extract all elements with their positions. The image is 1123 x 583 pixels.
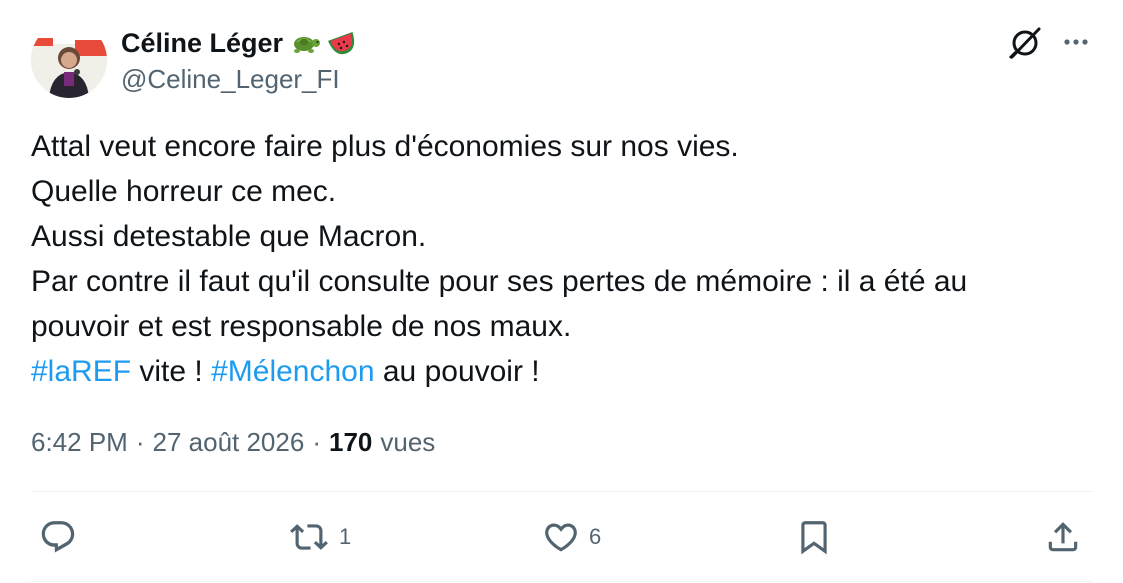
bookmark-icon	[795, 518, 833, 556]
grok-icon[interactable]	[1006, 24, 1044, 62]
retweet-button[interactable]: 1	[287, 512, 351, 562]
author-name-row[interactable]: Céline Léger	[121, 26, 359, 60]
avatar[interactable]	[31, 22, 107, 98]
divider	[31, 491, 1093, 492]
separator-dot: ·	[135, 426, 145, 457]
turtle-emoji-icon	[289, 28, 321, 58]
tweet-line: Attal veut encore faire plus d'économies…	[31, 130, 739, 163]
tweet-line: pouvoir et est responsable de nos maux.	[31, 310, 572, 343]
reply-icon	[39, 518, 77, 556]
tweet-card: Céline Léger @Celine_Leger_FI Attal veut…	[0, 0, 1123, 583]
like-button[interactable]: 6	[541, 512, 601, 562]
tweet-line: Quelle horreur ce mec.	[31, 175, 337, 208]
tweet-meta: 6:42 PM · 27 août 2026 · 170 vues	[31, 424, 435, 460]
tweet-time[interactable]: 6:42 PM	[31, 427, 128, 458]
bookmark-button[interactable]	[795, 512, 833, 562]
reply-button[interactable]	[39, 512, 85, 562]
more-options-icon[interactable]	[1061, 30, 1091, 54]
share-icon	[1044, 518, 1082, 556]
author-display-name[interactable]: Céline Léger	[121, 28, 283, 59]
author-handle[interactable]: @Celine_Leger_FI	[121, 64, 340, 95]
action-bar: 1 6	[31, 512, 1093, 562]
tweet-last-line: #laREF vite ! #Mélenchon au pouvoir !	[31, 349, 1091, 394]
divider	[31, 581, 1093, 582]
retweet-icon	[287, 518, 331, 556]
retweet-count: 1	[339, 524, 352, 549]
tweet-text-fragment: au pouvoir !	[374, 355, 540, 388]
tweet-text: Attal veut encore faire plus d'économies…	[31, 124, 1091, 394]
share-button[interactable]	[1044, 512, 1082, 562]
views-count: 170	[328, 426, 373, 457]
separator-dot: ·	[312, 426, 321, 457]
hashtag-link-laref[interactable]: #laREF	[31, 355, 131, 388]
tweet-line: Par contre il faut qu'il consulte pour s…	[31, 265, 968, 298]
watermelon-emoji-icon	[327, 28, 359, 58]
views-label: vues	[380, 426, 436, 457]
tweet-date[interactable]: 27 août 2026	[153, 427, 305, 458]
tweet-text-fragment: vite !	[131, 355, 212, 388]
hashtag-link-melenchon[interactable]: #Mélenchon	[211, 355, 374, 388]
tweet-line: Aussi detestable que Macron.	[31, 220, 427, 253]
like-icon	[541, 518, 581, 556]
like-count: 6	[589, 524, 602, 549]
